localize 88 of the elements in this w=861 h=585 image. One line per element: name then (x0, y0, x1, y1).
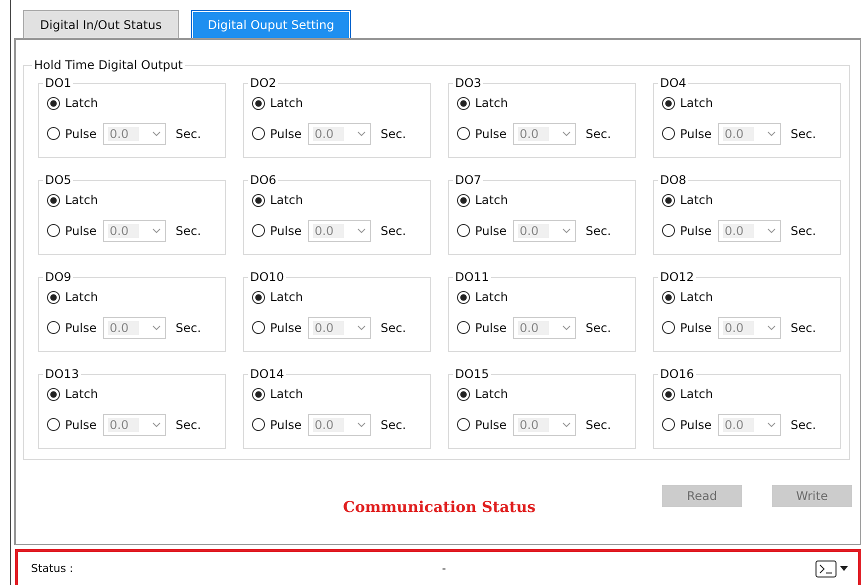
latch-radio[interactable]: Latch (457, 96, 508, 110)
output-name: DO14 (249, 367, 285, 381)
unit-label: Sec. (176, 418, 202, 432)
chevron-down-icon (562, 422, 571, 428)
chevron-down-icon (356, 228, 366, 234)
chevron-down-icon (562, 130, 571, 137)
pulse-radio[interactable]: Pulse (662, 320, 712, 335)
chevron-down-icon (562, 324, 571, 331)
pulse-radio[interactable]: Pulse (47, 126, 97, 141)
pulse-radio[interactable]: Pulse (457, 224, 507, 238)
pulse-radio[interactable]: Pulse (457, 320, 507, 335)
status-label: Status : (31, 562, 74, 575)
latch-radio[interactable]: Latch (662, 387, 713, 402)
latch-radio[interactable]: Latch (47, 387, 98, 402)
unit-label: Sec. (586, 126, 612, 141)
latch-radio[interactable]: Latch (457, 193, 508, 208)
latch-radio[interactable]: Latch (252, 290, 303, 304)
chevron-down-icon (152, 130, 161, 137)
output-name: DO12 (659, 270, 695, 284)
latch-radio[interactable]: Latch (252, 96, 303, 110)
output-name: DO5 (44, 173, 72, 187)
output-name: DO16 (659, 367, 695, 381)
latch-radio[interactable]: Latch (662, 193, 713, 208)
pulse-radio[interactable]: Pulse (662, 418, 712, 432)
pulse-radio[interactable]: Pulse (457, 126, 507, 141)
unit-label: Sec. (586, 224, 612, 238)
unit-label: Sec. (176, 320, 202, 335)
terminal-icon (815, 560, 837, 578)
terminal-button[interactable] (815, 560, 848, 578)
output-name: DO8 (659, 173, 688, 187)
status-value: - (442, 562, 446, 575)
latch-radio[interactable]: Latch (252, 387, 303, 402)
output-name: DO15 (454, 367, 490, 381)
chevron-down-icon (356, 324, 366, 331)
unit-label: Sec. (586, 418, 612, 432)
latch-radio[interactable]: Latch (662, 96, 713, 110)
latch-radio[interactable]: Latch (47, 193, 98, 208)
chevron-down-icon (356, 130, 366, 137)
unit-label: Sec. (176, 224, 202, 238)
output-name: DO13 (44, 367, 80, 381)
output-name: DO9 (44, 270, 72, 284)
chevron-down-icon (152, 324, 161, 331)
latch-radio[interactable]: Latch (662, 290, 713, 304)
pulse-radio[interactable]: Pulse (457, 418, 507, 432)
output-name: DO2 (249, 76, 278, 90)
unit-label: Sec. (380, 418, 406, 432)
pulse-radio[interactable]: Pulse (662, 224, 712, 238)
chevron-down-icon (766, 324, 776, 331)
pulse-radio[interactable]: Pulse (252, 418, 302, 432)
pulse-radio[interactable]: Pulse (662, 126, 712, 141)
unit-label: Sec. (176, 126, 202, 141)
chevron-down-icon (152, 422, 161, 428)
output-name: DO11 (454, 270, 490, 284)
unit-label: Sec. (790, 418, 816, 432)
output-name: DO3 (454, 76, 482, 90)
chevron-down-icon (562, 228, 571, 234)
group-title: Hold Time Digital Output (33, 58, 184, 72)
caret-icon (840, 566, 848, 571)
pulse-radio[interactable]: Pulse (47, 224, 97, 238)
output-name: DO1 (44, 76, 72, 90)
unit-label: Sec. (380, 320, 406, 335)
output-name: DO7 (454, 173, 482, 187)
chevron-down-icon (766, 130, 776, 137)
unit-label: Sec. (380, 126, 406, 141)
latch-radio[interactable]: Latch (457, 387, 508, 402)
output-name: DO4 (659, 76, 688, 90)
pulse-radio[interactable]: Pulse (252, 126, 302, 141)
output-name: DO6 (249, 173, 278, 187)
output-name: DO10 (249, 270, 285, 284)
unit-label: Sec. (790, 224, 816, 238)
chevron-down-icon (356, 422, 366, 428)
unit-label: Sec. (790, 126, 816, 141)
chevron-down-icon (766, 228, 776, 234)
latch-radio[interactable]: Latch (47, 290, 98, 304)
communication-title: Communication Status (343, 498, 536, 516)
pulse-radio[interactable]: Pulse (47, 320, 97, 335)
unit-label: Sec. (586, 320, 612, 335)
pulse-radio[interactable]: Pulse (252, 224, 302, 238)
chevron-down-icon (152, 228, 161, 234)
latch-radio[interactable]: Latch (457, 290, 508, 304)
unit-label: Sec. (380, 224, 406, 238)
unit-label: Sec. (790, 320, 816, 335)
pulse-radio[interactable]: Pulse (252, 320, 302, 335)
latch-radio[interactable]: Latch (252, 193, 303, 208)
chevron-down-icon (766, 422, 776, 428)
tab[interactable]: Digital In/Out Status (23, 10, 179, 40)
latch-radio[interactable]: Latch (47, 96, 98, 110)
pulse-radio[interactable]: Pulse (47, 418, 97, 432)
